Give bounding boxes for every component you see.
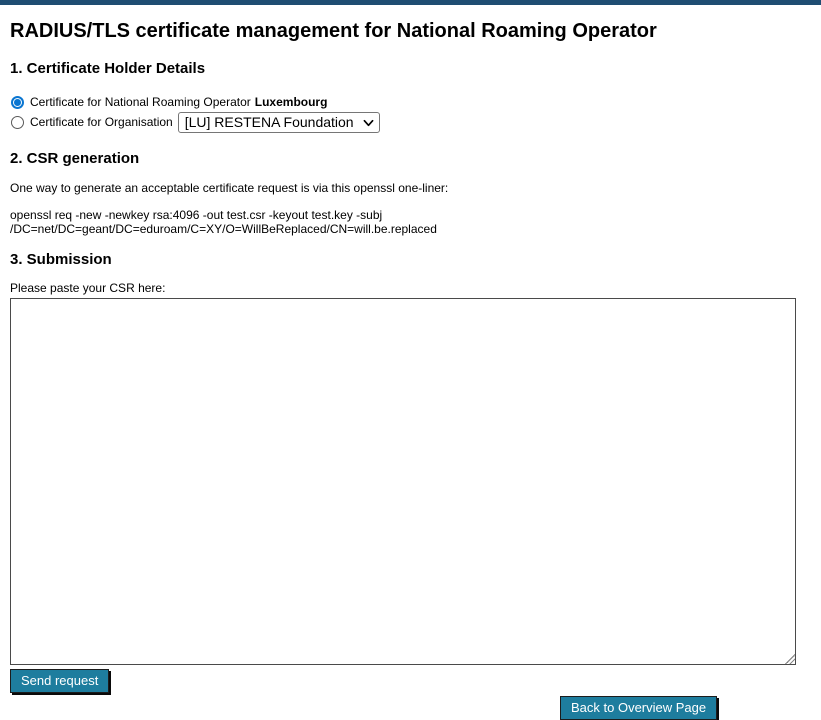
- nro-radio-label: Certificate for National Roaming Operato…: [30, 95, 251, 110]
- send-button-row: Send request: [10, 669, 811, 693]
- csr-textarea[interactable]: [10, 298, 796, 665]
- csr-intro-text: One way to generate an acceptable certif…: [10, 181, 811, 195]
- section-heading-csr-generation: 2. CSR generation: [10, 150, 811, 168]
- csr-paste-label: Please paste your CSR here:: [10, 281, 811, 295]
- back-button-row: Back to Overview Page: [10, 696, 811, 720]
- org-radio-button[interactable]: [11, 116, 24, 129]
- nro-operator-name: Luxembourg: [255, 95, 328, 110]
- csr-textarea-wrap: [10, 298, 796, 665]
- org-radio-label: Certificate for Organisation: [30, 115, 173, 130]
- top-accent-bar: [0, 0, 821, 5]
- page-content: RADIUS/TLS certificate management for Na…: [0, 19, 821, 720]
- certificate-holder-options: Certificate for National Roaming Operato…: [10, 95, 811, 133]
- organisation-select[interactable]: [LU] RESTENA Foundation: [178, 112, 380, 133]
- organisation-select-wrap: [LU] RESTENA Foundation: [178, 112, 380, 133]
- openssl-command-text: openssl req -new -newkey rsa:4096 -out t…: [10, 208, 811, 236]
- section-heading-certificate-holder: 1. Certificate Holder Details: [10, 60, 811, 78]
- nro-radio-row: Certificate for National Roaming Operato…: [10, 95, 811, 110]
- send-request-button[interactable]: Send request: [10, 669, 109, 693]
- back-to-overview-button[interactable]: Back to Overview Page: [560, 696, 717, 720]
- page-title: RADIUS/TLS certificate management for Na…: [10, 19, 811, 43]
- nro-radio-button[interactable]: [11, 96, 24, 109]
- section-heading-submission: 3. Submission: [10, 251, 811, 269]
- org-radio-row: Certificate for Organisation [LU] RESTEN…: [10, 112, 811, 133]
